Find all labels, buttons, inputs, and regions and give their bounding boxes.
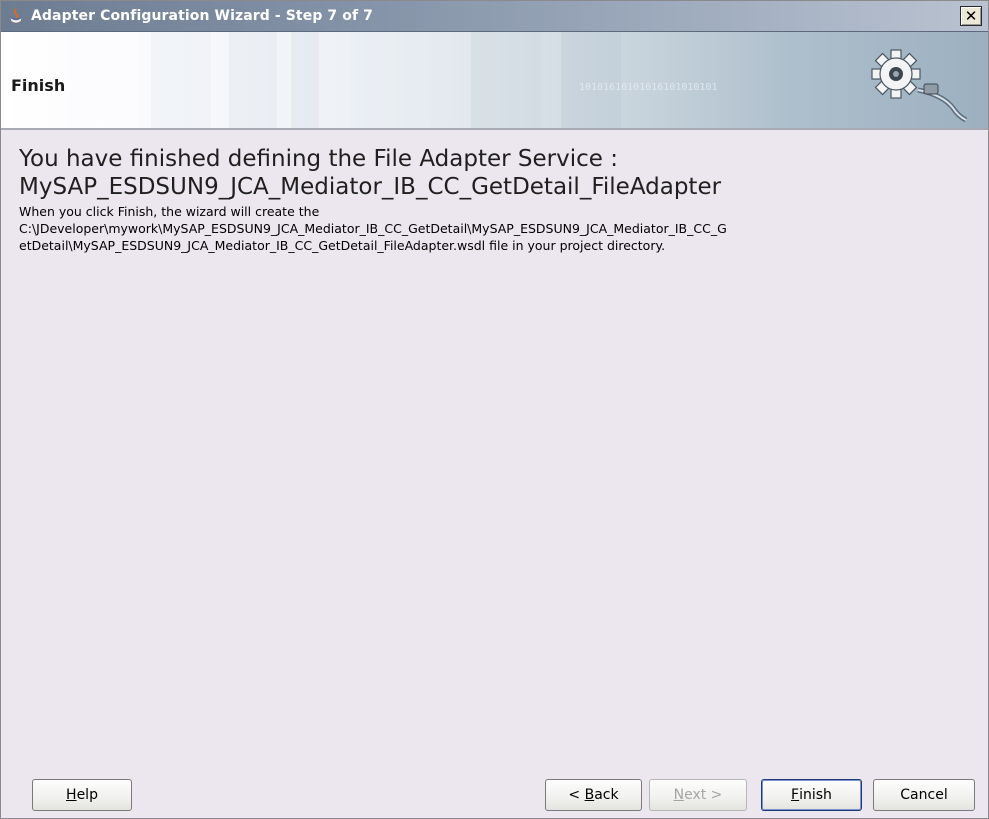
page-title: Finish	[11, 76, 66, 95]
banner-stripe	[561, 32, 621, 128]
wizard-window: Adapter Configuration Wizard - Step 7 of…	[0, 0, 989, 819]
next-mnemonic: N	[673, 787, 685, 803]
summary-heading: You have finished defining the File Adap…	[19, 146, 618, 172]
window-title: Adapter Configuration Wizard - Step 7 of…	[31, 8, 373, 24]
header-banner: Finish 10101610101016101010101	[1, 32, 988, 128]
binary-decoration: 10101610101016101010101	[579, 82, 718, 93]
banner-stripe	[471, 32, 541, 128]
app-icon	[9, 8, 23, 24]
gear-plug-icon	[871, 49, 968, 123]
help-label: elp	[76, 787, 98, 803]
finish-button[interactable]: Finish	[761, 779, 862, 811]
back-label: ack	[594, 787, 619, 803]
finish-label: inish	[799, 787, 832, 803]
close-icon: ✕	[964, 6, 978, 25]
back-mnemonic: B	[584, 787, 595, 803]
close-button[interactable]: ✕	[960, 6, 982, 26]
banner-stripe	[291, 32, 319, 128]
cancel-button[interactable]: Cancel	[873, 779, 975, 811]
wsdl-path-text: C:\JDeveloper\mywork\MySAP_ESDSUN9_JCA_M…	[19, 221, 727, 236]
content-area: You have finished defining the File Adap…	[19, 145, 979, 254]
service-name: MySAP_ESDSUN9_JCA_Mediator_IB_CC_GetDeta…	[19, 174, 722, 200]
banner-stripe	[351, 32, 431, 128]
description-text: When you click Finish, the wizard will c…	[19, 204, 320, 219]
back-button[interactable]: < Back	[545, 779, 642, 811]
wsdl-path-text-continued: etDetail\MySAP_ESDSUN9_JCA_Mediator_IB_C…	[19, 238, 666, 253]
next-label: ext >	[684, 787, 723, 803]
banner-divider	[1, 128, 988, 130]
finish-mnemonic: F	[791, 787, 800, 803]
banner-stripe	[229, 32, 277, 128]
banner-stripe	[97, 32, 137, 128]
cancel-label: Cancel	[900, 787, 948, 803]
next-button[interactable]: Next >	[649, 779, 747, 811]
help-button[interactable]: Help	[32, 779, 132, 811]
help-mnemonic: H	[66, 787, 77, 803]
title-bar[interactable]: Adapter Configuration Wizard - Step 7 of…	[1, 1, 988, 32]
banner-stripe	[151, 32, 211, 128]
back-prefix: <	[568, 787, 585, 803]
